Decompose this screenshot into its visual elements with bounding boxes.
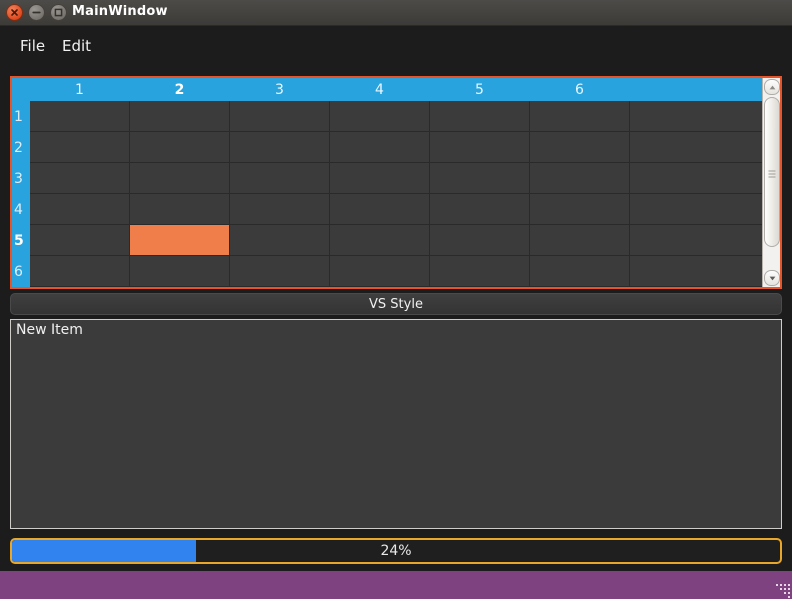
row-header-3[interactable]: 3 xyxy=(12,163,30,194)
column-header-1[interactable]: 1 xyxy=(30,78,130,101)
table-cell[interactable] xyxy=(130,132,230,163)
table-cell[interactable] xyxy=(230,163,330,194)
table-row xyxy=(30,132,762,163)
main-window: MainWindow File Edit 1 2 3 4 5 6 1 2 3 4… xyxy=(0,0,792,599)
minimize-icon[interactable] xyxy=(28,4,45,21)
table-cell[interactable] xyxy=(330,225,430,256)
table-cell-filler xyxy=(630,163,762,194)
table-grid xyxy=(30,101,762,287)
table-cell[interactable] xyxy=(230,101,330,132)
table-cell[interactable] xyxy=(330,194,430,225)
scroll-down-arrow-icon[interactable] xyxy=(764,270,780,286)
table-cell-filler xyxy=(630,225,762,256)
table-cell[interactable] xyxy=(330,256,430,287)
list-widget[interactable]: New Item xyxy=(10,319,782,529)
row-header-5[interactable]: 5 xyxy=(12,225,30,256)
table-cell[interactable] xyxy=(530,163,630,194)
table-column-headers: 1 2 3 4 5 6 xyxy=(30,78,762,101)
column-header-2[interactable]: 2 xyxy=(130,78,230,101)
table-row xyxy=(30,256,762,287)
column-header-3[interactable]: 3 xyxy=(230,78,330,101)
column-header-6[interactable]: 6 xyxy=(530,78,630,101)
progress-bar: 24% xyxy=(10,538,782,564)
row-header-4[interactable]: 4 xyxy=(12,194,30,225)
table-cell[interactable] xyxy=(530,101,630,132)
column-header-4[interactable]: 4 xyxy=(330,78,430,101)
menu-item-file[interactable]: File xyxy=(14,35,51,57)
table-cell-filler xyxy=(630,101,762,132)
scroll-grip-icon xyxy=(768,169,776,178)
table-cell[interactable] xyxy=(130,101,230,132)
table-widget[interactable]: 1 2 3 4 5 6 1 2 3 4 5 6 xyxy=(10,76,782,289)
column-header-5[interactable]: 5 xyxy=(430,78,530,101)
titlebar: MainWindow xyxy=(0,0,792,26)
table-cell[interactable] xyxy=(30,132,130,163)
row-header-1[interactable]: 1 xyxy=(12,101,30,132)
table-cell[interactable] xyxy=(230,256,330,287)
menubar: File Edit xyxy=(0,26,792,66)
table-cell[interactable] xyxy=(430,163,530,194)
row-header-6[interactable]: 6 xyxy=(12,256,30,287)
table-cell[interactable] xyxy=(30,101,130,132)
maximize-icon[interactable] xyxy=(50,4,67,21)
table-cell[interactable] xyxy=(130,256,230,287)
table-cell-filler xyxy=(630,256,762,287)
table-viewport: 1 2 3 4 5 6 1 2 3 4 5 6 xyxy=(12,78,762,287)
table-row xyxy=(30,225,762,256)
table-cell[interactable] xyxy=(530,256,630,287)
table-vertical-scrollbar[interactable] xyxy=(762,78,780,287)
table-cell[interactable] xyxy=(530,194,630,225)
table-row-headers: 1 2 3 4 5 6 xyxy=(12,101,30,287)
menu-item-edit[interactable]: Edit xyxy=(56,35,97,57)
table-cell[interactable] xyxy=(230,194,330,225)
progress-bar-label: 24% xyxy=(380,543,412,559)
table-cell-filler xyxy=(630,194,762,225)
table-row xyxy=(30,194,762,225)
table-cell[interactable] xyxy=(230,132,330,163)
statusbar xyxy=(0,571,792,599)
table-cell[interactable] xyxy=(530,225,630,256)
vs-style-button-label: VS Style xyxy=(369,296,423,312)
table-cell[interactable] xyxy=(530,132,630,163)
table-cell[interactable] xyxy=(430,132,530,163)
table-cell-filler xyxy=(630,132,762,163)
table-row xyxy=(30,101,762,132)
window-title: MainWindow xyxy=(72,4,168,19)
table-row xyxy=(30,163,762,194)
table-cell[interactable] xyxy=(430,194,530,225)
table-cell[interactable] xyxy=(130,194,230,225)
table-cell[interactable] xyxy=(30,256,130,287)
table-cell[interactable] xyxy=(30,225,130,256)
scroll-up-arrow-icon[interactable] xyxy=(764,79,780,95)
table-cell[interactable] xyxy=(430,256,530,287)
scroll-thumb[interactable] xyxy=(764,97,780,247)
vs-style-button[interactable]: VS Style xyxy=(10,293,782,315)
table-cell-selected[interactable] xyxy=(130,225,230,256)
row-header-2[interactable]: 2 xyxy=(12,132,30,163)
close-icon[interactable] xyxy=(6,4,23,21)
table-cell[interactable] xyxy=(430,101,530,132)
table-cell[interactable] xyxy=(330,132,430,163)
table-cell[interactable] xyxy=(230,225,330,256)
table-cell[interactable] xyxy=(330,163,430,194)
window-controls xyxy=(6,4,67,21)
table-cell[interactable] xyxy=(30,163,130,194)
table-cell[interactable] xyxy=(130,163,230,194)
table-cell[interactable] xyxy=(330,101,430,132)
list-item[interactable]: New Item xyxy=(11,320,781,340)
resize-grip-icon[interactable] xyxy=(776,584,790,598)
table-corner-header[interactable] xyxy=(12,78,30,101)
table-cell[interactable] xyxy=(30,194,130,225)
table-cell[interactable] xyxy=(430,225,530,256)
